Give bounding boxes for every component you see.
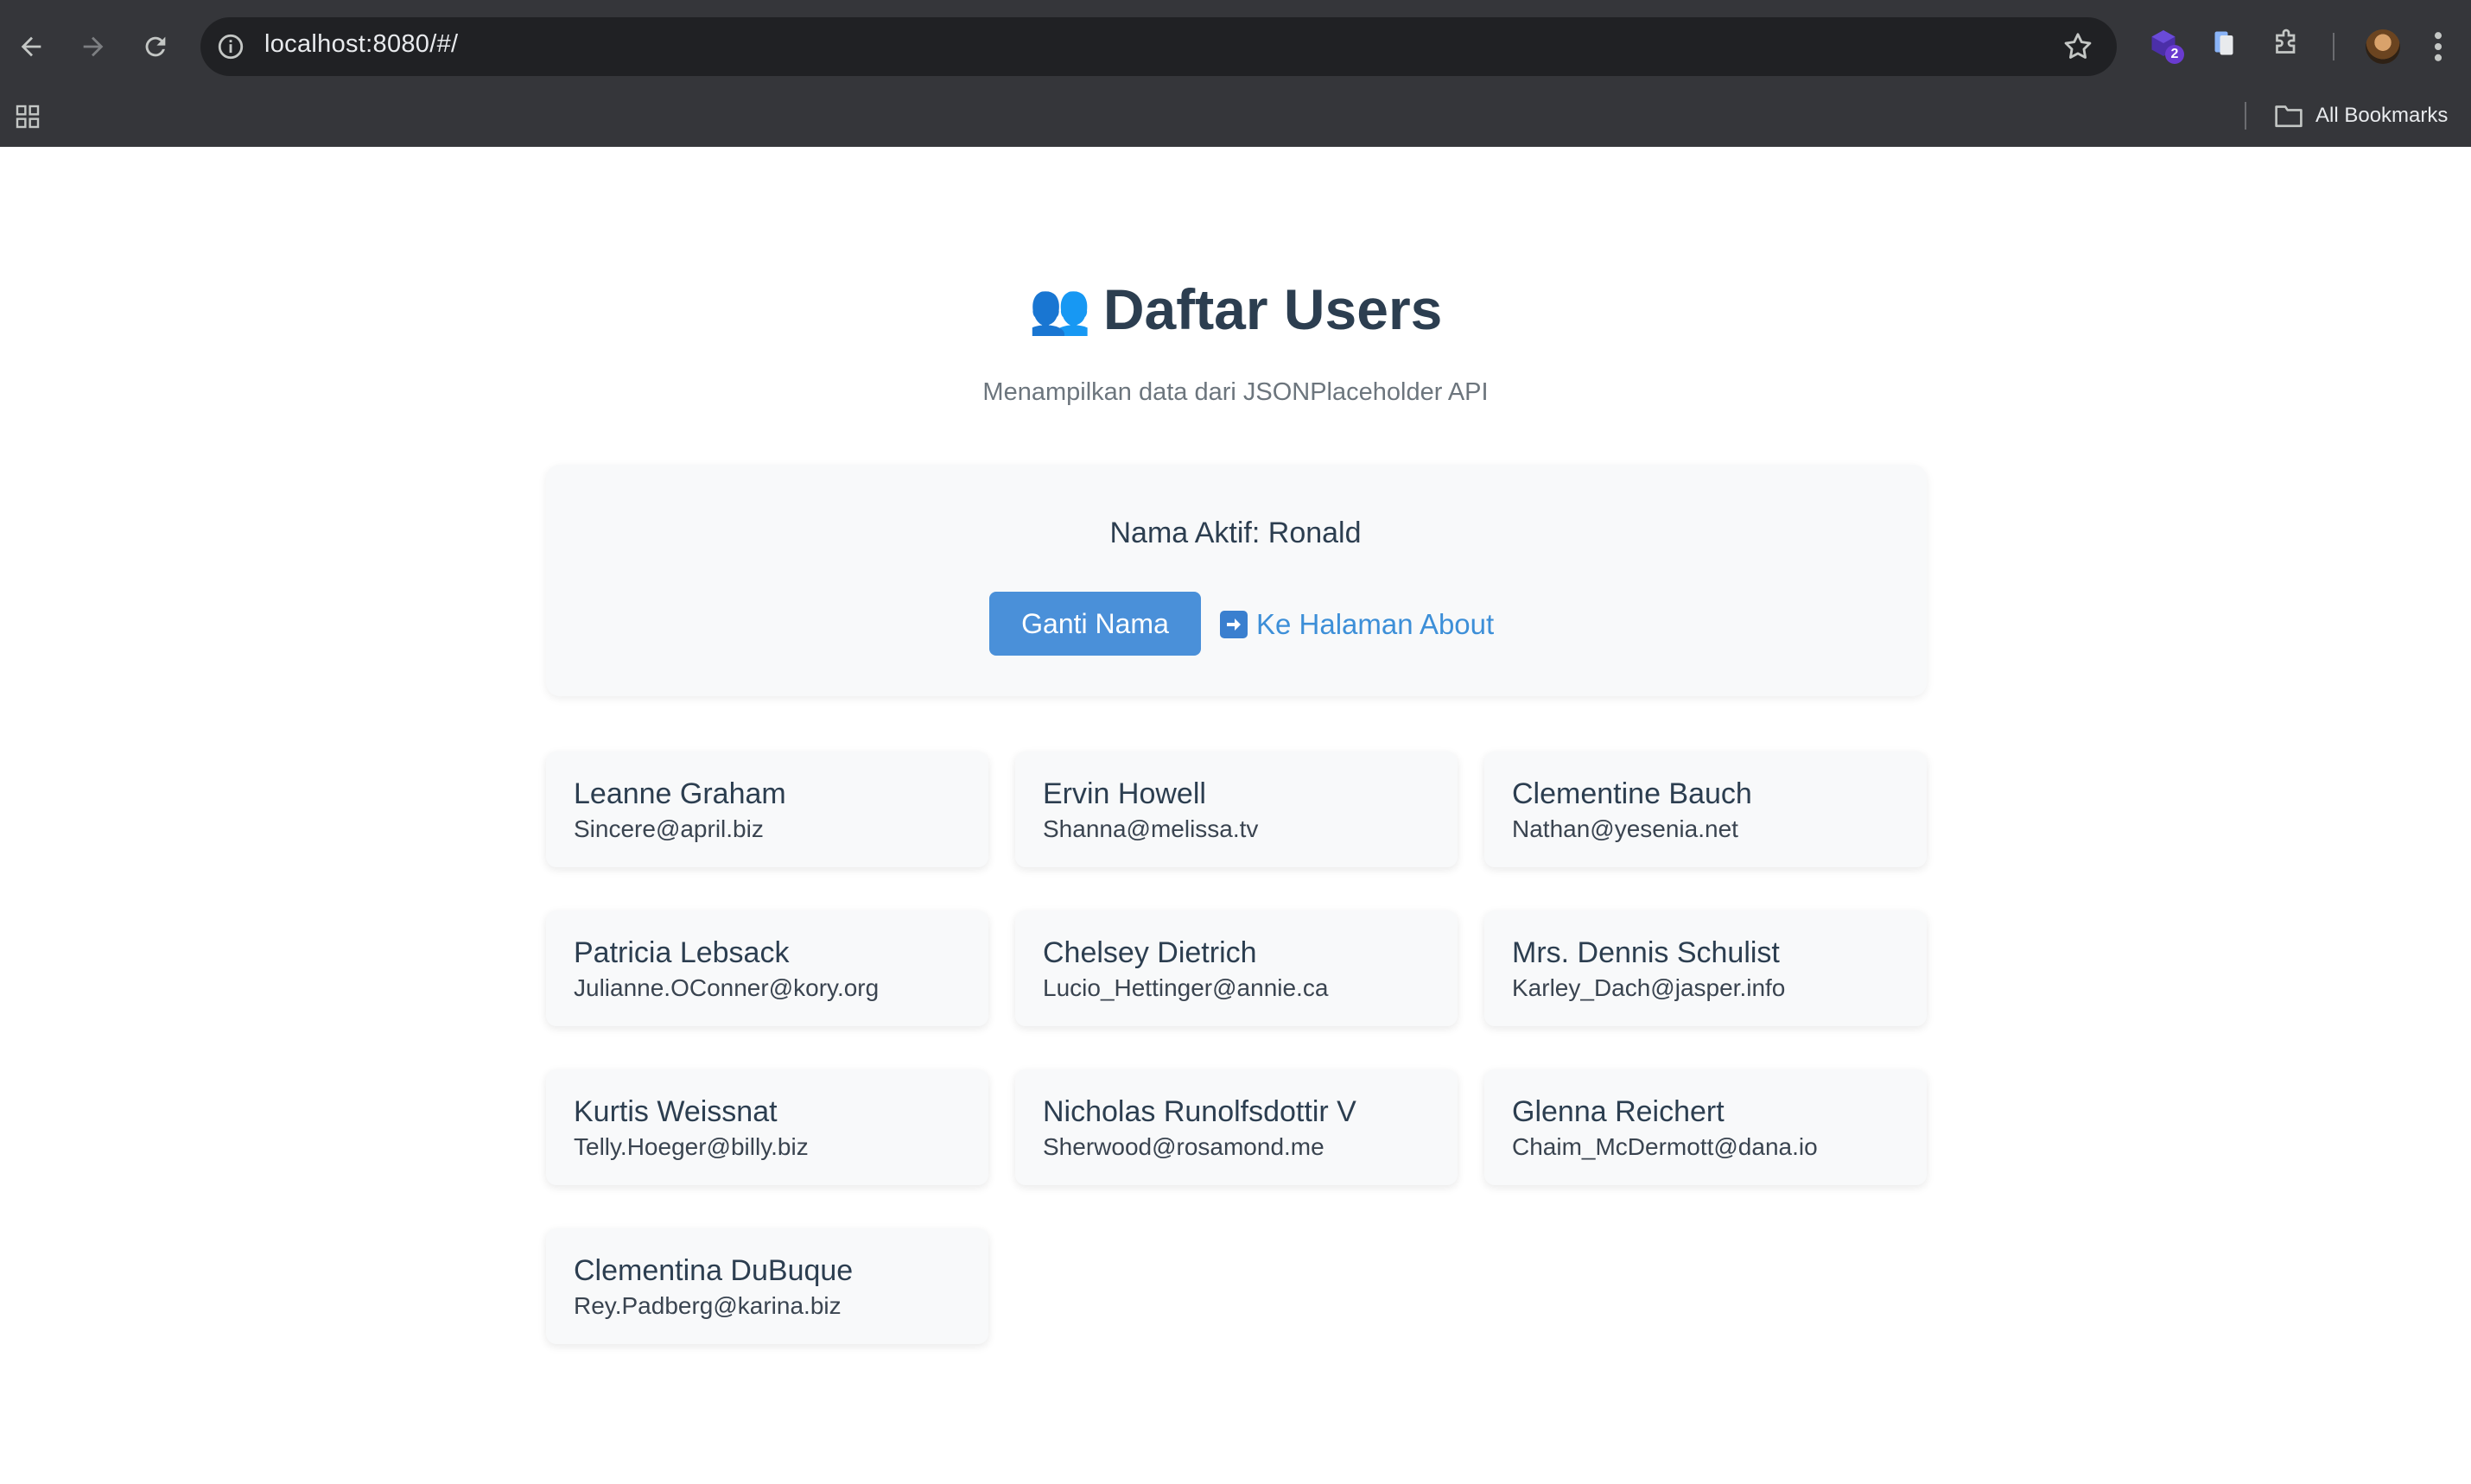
address-bar[interactable]: localhost:8080/#/ [200, 17, 2117, 76]
about-page-link[interactable]: Ke Halaman About [1220, 605, 1494, 644]
user-name: Kurtis Weissnat [574, 1095, 778, 1128]
user-card[interactable]: Glenna Reichert Chaim_McDermott@dana.io [1484, 1069, 1927, 1185]
user-card[interactable]: Clementina DuBuque Rey.Padberg@karina.bi… [546, 1228, 988, 1344]
toolbar-divider [2333, 33, 2334, 60]
user-name: Patricia Lebsack [574, 936, 790, 969]
user-email: Karley_Dach@jasper.info [1512, 974, 1786, 1001]
forward-arrow-icon [83, 36, 104, 57]
user-email: Telly.Hoeger@billy.biz [574, 1133, 809, 1160]
user-card[interactable]: Mrs. Dennis Schulist Karley_Dach@jasper.… [1484, 910, 1927, 1026]
user-name: Leanne Graham [574, 777, 786, 810]
site-info-icon[interactable] [216, 32, 245, 61]
browser-chrome: localhost:8080/#/ 2 All Bookmarks [0, 0, 2471, 147]
page-subtitle: Menampilkan data dari JSONPlaceholder AP… [982, 378, 1489, 406]
document-extension-icon [2214, 31, 2233, 55]
user-email: Sincere@april.biz [574, 815, 764, 842]
user-name: Glenna Reichert [1512, 1095, 1725, 1128]
user-card[interactable]: Nicholas Runolfsdottir V Sherwood@rosamo… [1015, 1069, 1458, 1185]
page-content: 👥 Daftar Users Menampilkan data dari JSON… [0, 147, 2471, 1484]
user-card[interactable]: Chelsey Dietrich Lucio_Hettinger@annie.c… [1015, 910, 1458, 1026]
user-name: Clementina DuBuque [574, 1254, 854, 1287]
user-name: Mrs. Dennis Schulist [1512, 936, 1780, 969]
users-icon: 👥 [1028, 279, 1091, 338]
active-name-panel [546, 465, 1927, 696]
reload-icon [145, 36, 166, 57]
rename-button[interactable]: Ganti Nama [989, 592, 1201, 656]
user-email: Lucio_Hettinger@annie.ca [1043, 974, 1329, 1001]
user-email: Rey.Padberg@karina.biz [574, 1292, 842, 1319]
bookmarks-bar: All Bookmarks [0, 93, 2471, 147]
about-link-label: Ke Halaman About [1256, 608, 1495, 640]
back-arrow-icon [21, 36, 41, 57]
page-title: 👥 Daftar Users [0, 276, 2471, 342]
extension-button-2[interactable] [2208, 28, 2246, 66]
user-email: Chaim_McDermott@dana.io [1512, 1133, 1818, 1160]
url-text[interactable]: localhost:8080/#/ [264, 30, 458, 59]
all-bookmarks-label: All Bookmarks [2315, 104, 2449, 127]
user-card[interactable]: Kurtis Weissnat Telly.Hoeger@billy.biz [546, 1069, 988, 1185]
user-name: Ervin Howell [1043, 777, 1206, 810]
user-email: Sherwood@rosamond.me [1043, 1133, 1324, 1160]
puzzle-icon [2276, 29, 2296, 54]
user-card[interactable]: Clementine Bauch Nathan@yesenia.net [1484, 752, 1927, 867]
user-email: Shanna@melissa.tv [1043, 815, 1259, 842]
extensions-menu-button[interactable] [2271, 28, 2309, 66]
user-name: Nicholas Runolfsdottir V [1043, 1095, 1356, 1128]
forward-button[interactable] [73, 26, 114, 67]
back-button[interactable] [10, 26, 52, 67]
folder-icon [2275, 105, 2303, 128]
user-card[interactable]: Patricia Lebsack Julianne.OConner@kory.o… [546, 910, 988, 1026]
user-name: Clementine Bauch [1512, 777, 1752, 810]
user-card[interactable]: Ervin Howell Shanna@melissa.tv [1015, 752, 1458, 867]
profile-avatar[interactable] [2366, 29, 2400, 64]
reload-button[interactable] [135, 26, 176, 67]
more-menu-icon[interactable] [2430, 28, 2447, 66]
user-name: Chelsey Dietrich [1043, 936, 1257, 969]
apps-grid-icon[interactable] [14, 103, 41, 130]
bookmark-star-icon[interactable] [2061, 30, 2094, 63]
user-email: Julianne.OConner@kory.org [574, 974, 880, 1001]
user-email: Nathan@yesenia.net [1512, 815, 1738, 842]
all-bookmarks-button[interactable]: All Bookmarks [2274, 100, 2448, 131]
extension-badge: 2 [2165, 45, 2184, 64]
page-title-text: Daftar Users [1102, 277, 1443, 341]
arrow-right-icon [1220, 611, 1248, 638]
extension-button[interactable]: 2 [2148, 28, 2186, 66]
bookmarks-divider [2245, 102, 2246, 130]
active-name-text: Nama Aktif: Ronald [1109, 517, 1362, 549]
user-card[interactable]: Leanne Graham Sincere@april.biz [546, 752, 988, 867]
browser-toolbar: localhost:8080/#/ 2 [0, 0, 2471, 93]
